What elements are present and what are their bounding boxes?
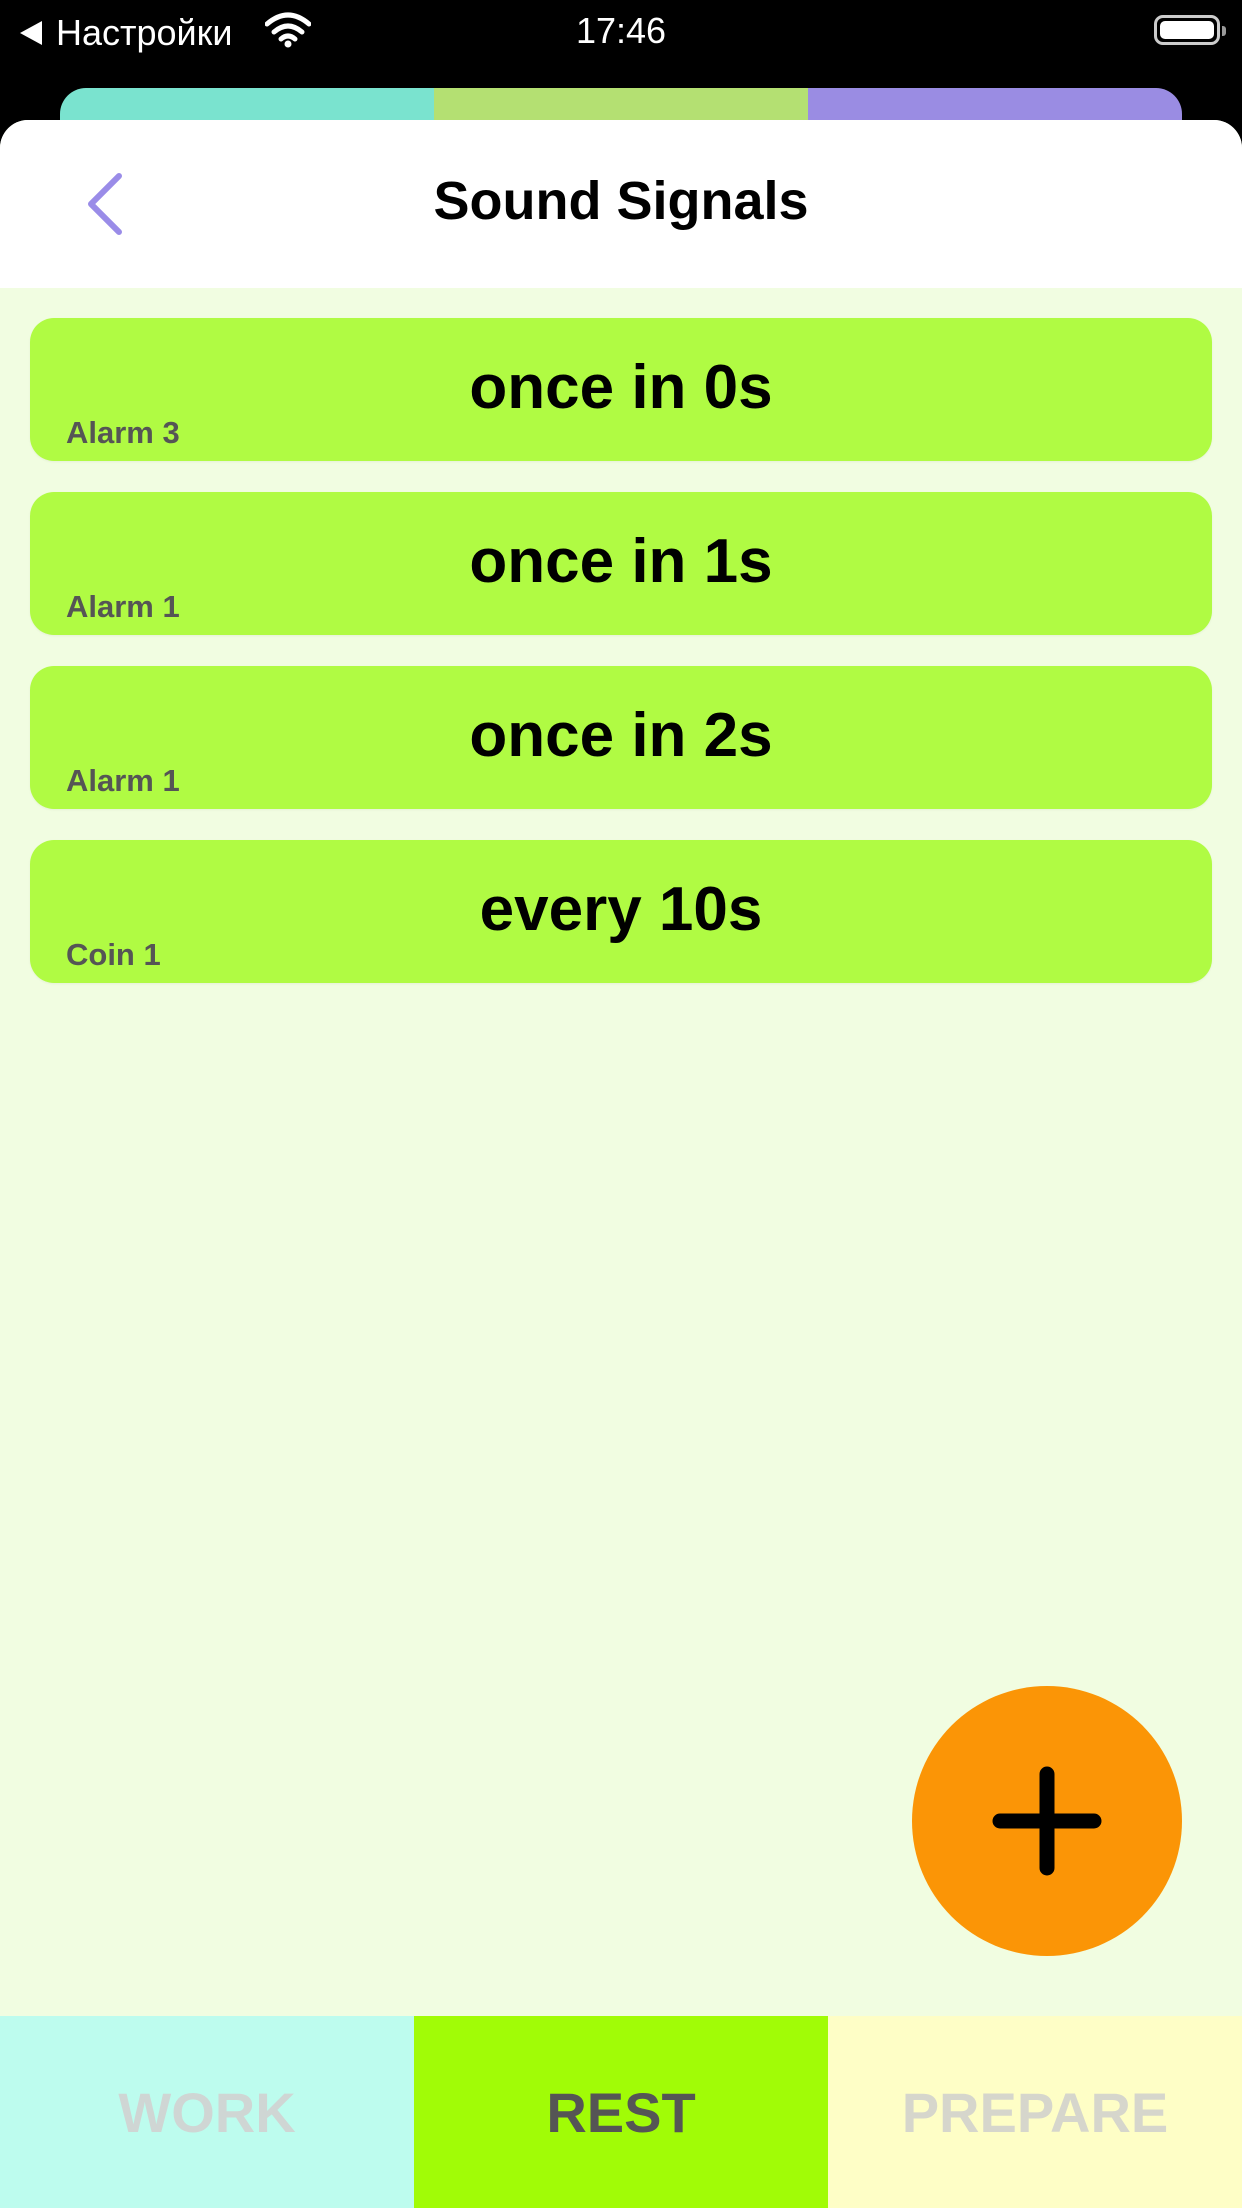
page-title: Sound Signals — [433, 171, 809, 231]
signal-sound: Alarm 1 — [66, 763, 180, 798]
status-bar: Настройки 17:46 — [0, 0, 1242, 62]
tab-prepare[interactable]: PREPARE — [828, 2016, 1242, 2208]
tab-rest[interactable]: REST — [414, 2016, 828, 2208]
signal-timing: every 10s — [479, 875, 763, 944]
tab-prepare-label: PREPARE — [901, 2080, 1169, 2144]
signal-item[interactable]: once in 1s Alarm 1 — [30, 492, 1212, 635]
plus-icon — [992, 1766, 1102, 1876]
navigation-bar: Sound Signals — [0, 120, 1242, 288]
signal-sound: Alarm 1 — [66, 589, 180, 624]
signal-item[interactable]: once in 2s Alarm 1 — [30, 666, 1212, 809]
signal-list: once in 0s Alarm 3 once in 1s Alarm 1 on… — [30, 318, 1212, 1014]
tab-work[interactable]: WORK — [0, 2016, 414, 2208]
tab-rest-label: REST — [546, 2080, 696, 2144]
tab-work-label: WORK — [118, 2080, 296, 2144]
add-signal-button[interactable] — [912, 1686, 1182, 1956]
signal-sound: Coin 1 — [66, 937, 161, 972]
signal-sound: Alarm 3 — [66, 415, 180, 450]
signal-timing: once in 0s — [469, 353, 773, 422]
sound-signals-sheet: Sound Signals once in 0s Alarm 3 once in… — [0, 120, 1242, 2208]
signal-timing: once in 2s — [469, 701, 773, 770]
signal-item[interactable]: once in 0s Alarm 3 — [30, 318, 1212, 461]
battery-icon — [1154, 15, 1226, 45]
phase-tabs: WORK REST PREPARE — [0, 2016, 1242, 2208]
status-time: 17:46 — [575, 10, 667, 51]
signal-timing: once in 1s — [469, 527, 773, 596]
signal-item[interactable]: every 10s Coin 1 — [30, 840, 1212, 983]
